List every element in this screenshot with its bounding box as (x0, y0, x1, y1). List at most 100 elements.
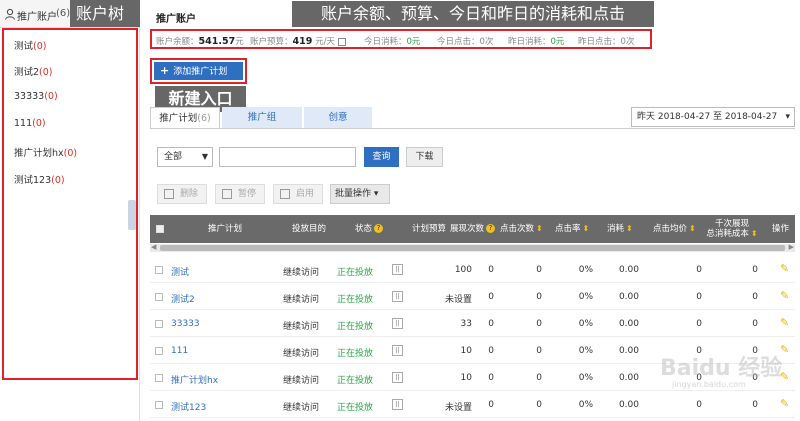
table-header: 推广计划 投放目的 状态? 计划预算 展现次数? 点击次数 ⬍ 点击率 ⬍ 消耗 ⬍ … (150, 215, 795, 243)
tree-item[interactable]: 33333(0) (14, 91, 58, 102)
tree-item[interactable]: 测试123(0) (14, 172, 65, 186)
help-icon[interactable]: ? (374, 224, 384, 233)
row-checkbox[interactable] (155, 374, 163, 382)
edit-pencil-icon[interactable]: ✎ (780, 289, 789, 302)
col-status[interactable]: 状态? (355, 215, 384, 243)
tree-item[interactable]: 推广计划hx(0) (14, 145, 77, 159)
plan-name-link[interactable]: 111 (171, 346, 188, 356)
query-button[interactable]: 查询 (364, 147, 399, 167)
col-cost[interactable]: 消耗 ⬍ (607, 215, 633, 243)
tree-item[interactable]: 测试2(0) (14, 64, 53, 78)
ctr-cell: 0% (578, 319, 593, 329)
account-tree-highlight (2, 28, 138, 380)
table-row: 测试2 继续访问 正在投放 || 未设置 0 0 0% 0.00 0 0 ✎ (150, 284, 795, 310)
ctr-cell: 0% (578, 373, 593, 383)
col-ops: 操作 (772, 224, 790, 234)
goal-cell: 继续访问 (283, 376, 320, 386)
status-filter-select[interactable]: 全部 ▼ (157, 147, 213, 167)
table-row: 测试 继续访问 正在投放 || 100 0 0 0% 0.00 0 0 ✎ (150, 257, 795, 283)
edit-icon[interactable] (337, 37, 346, 46)
status-cell: 正在投放 (337, 403, 374, 413)
col-goal: 投放目的 (292, 224, 327, 234)
tab-campaigns[interactable]: 推广计划(6) (150, 107, 220, 128)
goal-cell: 继续访问 (283, 268, 320, 278)
clicks-cell: 0 (536, 400, 542, 410)
chevron-down-icon: ▼ (201, 152, 208, 161)
trash-icon (164, 189, 174, 199)
plan-name-link[interactable]: 测试123 (171, 400, 206, 413)
clicks-cell: 0 (536, 319, 542, 329)
plan-name-link[interactable]: 推广计划hx (171, 373, 218, 386)
sort-icon: ⬍ (536, 224, 543, 233)
edit-pencil-icon[interactable]: ✎ (780, 262, 789, 275)
clicks-cell: 0 (536, 265, 542, 275)
pause-toggle-icon[interactable]: || (392, 399, 403, 410)
bulk-actions-dropdown[interactable]: 批量操作 ▾ (330, 184, 390, 204)
sidebar-count: (6) (56, 8, 71, 19)
impressions-cell: 0 (488, 265, 494, 275)
plus-icon: + (160, 64, 170, 77)
tab-groups[interactable]: 推广组 (222, 107, 302, 128)
plan-name-link[interactable]: 33333 (171, 319, 200, 329)
search-input[interactable] (219, 147, 356, 167)
row-checkbox[interactable] (155, 401, 163, 409)
scroll-left-icon[interactable]: ◀ (151, 243, 156, 251)
scroll-right-icon[interactable]: ▶ (789, 243, 794, 251)
row-checkbox[interactable] (155, 293, 163, 301)
row-checkbox[interactable] (155, 320, 163, 328)
tree-item[interactable]: 测试(0) (14, 38, 46, 52)
select-all-checkbox[interactable] (156, 225, 164, 233)
horizontal-scrollbar[interactable]: ◀ ▶ (150, 243, 795, 252)
impressions-cell: 0 (488, 346, 494, 356)
tab-divider (150, 128, 795, 129)
row-checkbox[interactable] (155, 266, 163, 274)
pause-toggle-icon[interactable]: || (392, 372, 403, 383)
enable-button[interactable]: 启用 (273, 184, 323, 204)
status-cell: 正在投放 (337, 268, 374, 278)
sort-icon: ⬍ (626, 224, 633, 233)
page-title: 推广账户 (156, 14, 196, 25)
yesterday-click-stat: 昨日点击：0次 (578, 37, 635, 47)
plan-name-link[interactable]: 测试2 (171, 292, 195, 305)
cost-cell: 0.00 (618, 346, 639, 356)
row-checkbox[interactable] (155, 347, 163, 355)
yesterday-cost-stat: 昨日消耗：0元 (508, 37, 565, 47)
tab-creatives[interactable]: 创意 (304, 107, 372, 128)
pause-toggle-icon[interactable]: || (392, 264, 403, 275)
clicks-cell: 0 (536, 292, 542, 302)
edit-pencil-icon[interactable]: ✎ (780, 316, 789, 329)
account-summary-bar: 账户余额：541.57元 账户预算：419 元/天 今日消耗：0元 今日点击：0… (150, 29, 652, 49)
goal-cell: 继续访问 (283, 403, 320, 413)
scrollbar-thumb[interactable] (160, 245, 785, 251)
col-impressions[interactable]: 展现次数? (450, 215, 496, 243)
tree-item[interactable]: 111(0) (14, 118, 46, 129)
status-cell: 正在投放 (337, 349, 374, 359)
date-range-picker[interactable]: 昨天 2018-04-27 至 2018-04-27 ▾ (631, 107, 795, 127)
delete-button[interactable]: 删除 (157, 184, 207, 204)
col-clicks[interactable]: 点击次数 ⬍ (500, 215, 543, 243)
today-click-stat: 今日点击：0次 (437, 37, 494, 47)
pause-toggle-icon[interactable]: || (392, 345, 403, 356)
impressions-cell: 0 (488, 373, 494, 383)
table-row: 测试123 继续访问 正在投放 || 未设置 0 0 0% 0.00 0 0 ✎ (150, 392, 795, 418)
status-cell: 正在投放 (337, 376, 374, 386)
pause-toggle-icon[interactable]: || (392, 291, 403, 302)
pause-button[interactable]: 暂停 (215, 184, 265, 204)
col-cpc[interactable]: 点击均价 ⬍ (653, 215, 696, 243)
cpc-cell: 0 (696, 400, 702, 410)
col-ctr[interactable]: 点击率 ⬍ (555, 215, 589, 243)
download-button[interactable]: 下载 (406, 147, 443, 167)
add-plan-button[interactable]: + 添加推广计划 (154, 62, 243, 80)
plan-name-link[interactable]: 测试 (171, 265, 189, 278)
help-icon[interactable]: ? (486, 224, 496, 233)
sort-icon: ⬍ (582, 224, 590, 233)
goal-cell: 继续访问 (283, 322, 320, 332)
chevron-down-icon: ▾ (373, 189, 379, 199)
impressions-cell: 0 (488, 319, 494, 329)
col-cpm[interactable]: 千次展现 总消耗成本 ⬍ (704, 219, 760, 247)
cost-cell: 0.00 (618, 400, 639, 410)
pause-toggle-icon[interactable]: || (392, 318, 403, 329)
sidebar-collapse-handle[interactable] (128, 200, 136, 230)
edit-pencil-icon[interactable]: ✎ (780, 397, 789, 410)
col-plan: 推广计划 (208, 224, 243, 234)
